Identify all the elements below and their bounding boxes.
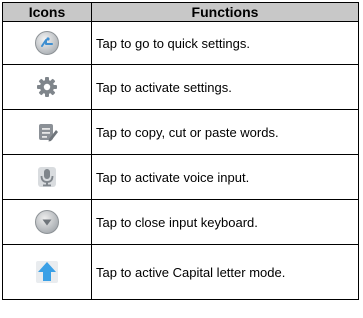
quick-settings-icon	[34, 30, 60, 56]
edit-words-icon	[34, 119, 60, 145]
function-text: Tap to go to quick settings.	[91, 21, 359, 65]
function-text: Tap to activate voice input.	[91, 154, 359, 200]
icons-header: Icons	[2, 2, 92, 22]
gear-icon	[34, 74, 60, 100]
function-text: Tap to copy, cut or paste words.	[91, 109, 359, 155]
table-row: Tap to activate voice input.	[2, 154, 359, 200]
microphone-icon	[34, 164, 60, 190]
table-row: Tap to copy, cut or paste words.	[2, 109, 359, 155]
function-text: Tap to active Capital letter mode.	[91, 244, 359, 300]
table-row: Tap to go to quick settings.	[2, 21, 359, 65]
function-text: Tap to close input keyboard.	[91, 199, 359, 245]
shift-arrow-icon	[34, 259, 60, 285]
header-row: Icons Functions	[2, 2, 359, 22]
hide-keyboard-icon	[34, 209, 60, 235]
functions-header: Functions	[91, 2, 359, 22]
icons-functions-table: Icons Functions Tap to go to quick setti…	[2, 2, 359, 300]
table-row: Tap to activate settings.	[2, 64, 359, 110]
table-row: Tap to active Capital letter mode.	[2, 244, 359, 300]
function-text: Tap to activate settings.	[91, 64, 359, 110]
table-row: Tap to close input keyboard.	[2, 199, 359, 245]
